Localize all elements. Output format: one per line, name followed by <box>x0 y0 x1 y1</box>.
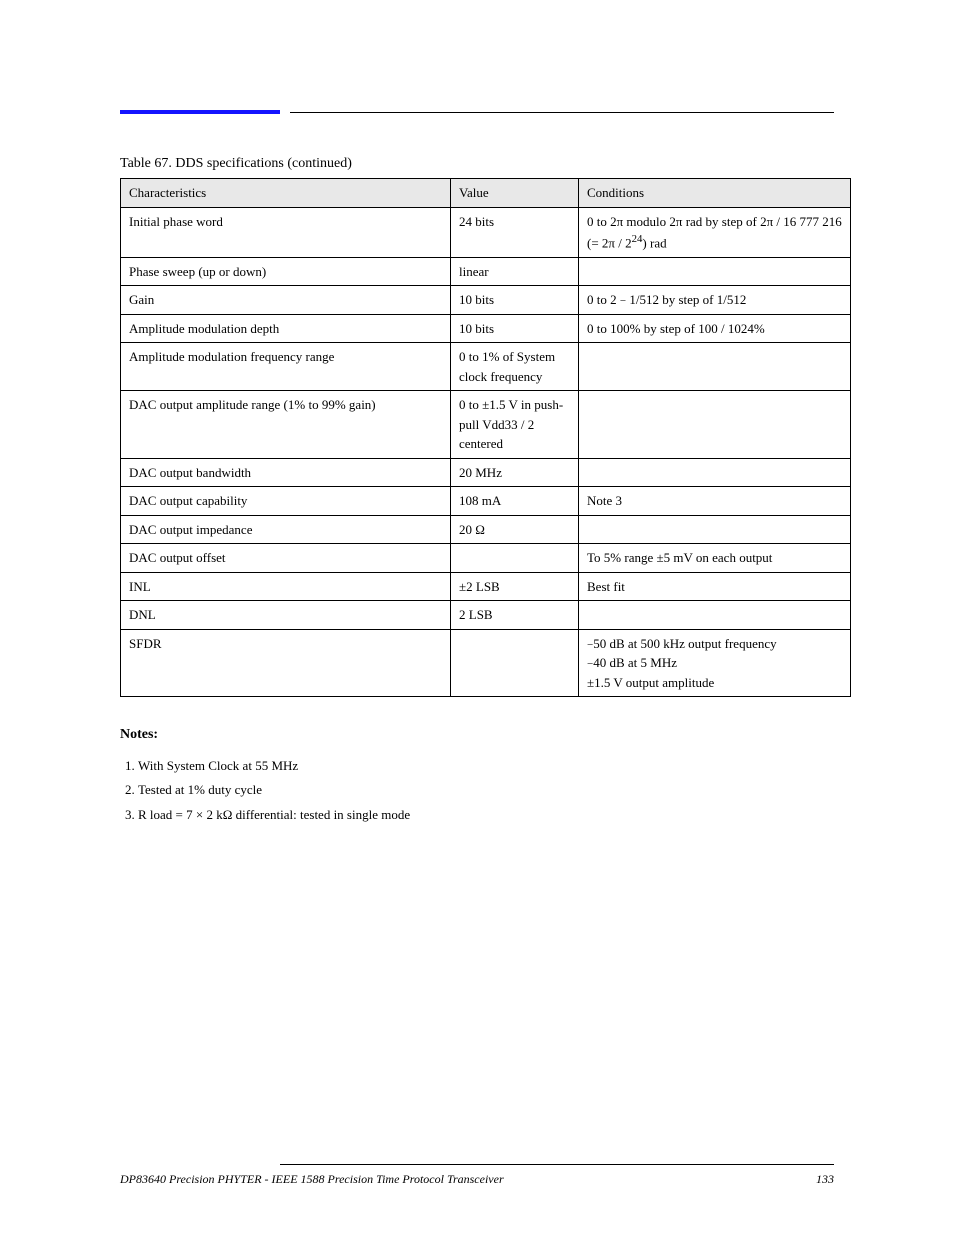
table-row: Amplitude modulation depth10 bits0 to 10… <box>121 314 851 343</box>
cell-c1: DAC output bandwidth <box>121 458 451 487</box>
cell-c2: 20 MHz <box>451 458 579 487</box>
th-characteristics: Characteristics <box>121 179 451 208</box>
table-row: INL±2 LSBBest fit <box>121 572 851 601</box>
cell-c1: DAC output offset <box>121 544 451 573</box>
header-rule <box>120 110 834 126</box>
table-caption: Table 67. DDS specifications (continued) <box>120 156 834 172</box>
th-value: Value <box>451 179 579 208</box>
cell-c2: 0 to ±1.5 V in push-pull Vdd33 / 2 cente… <box>451 391 579 459</box>
cell-c3 <box>579 601 851 630</box>
cell-c1: Phase sweep (up or down) <box>121 257 451 286</box>
cell-c3: Best fit <box>579 572 851 601</box>
cell-c3: −50 dB at 500 kHz output frequency−40 dB… <box>579 629 851 697</box>
cell-c3: 0 to 2π modulo 2π rad by step of 2π / 16… <box>579 207 851 257</box>
cell-c1: Initial phase word <box>121 207 451 257</box>
cell-c3 <box>579 391 851 459</box>
cell-c3 <box>579 515 851 544</box>
cell-c2: 20 Ω <box>451 515 579 544</box>
th-conditions: Conditions <box>579 179 851 208</box>
cell-c1: DAC output impedance <box>121 515 451 544</box>
cell-c2: ±2 LSB <box>451 572 579 601</box>
spec-table: Characteristics Value Conditions Initial… <box>120 178 851 697</box>
cell-c3: To 5% range ±5 mV on each output <box>579 544 851 573</box>
cell-c2: 10 bits <box>451 286 579 315</box>
table-row: DAC output impedance20 Ω <box>121 515 851 544</box>
cell-c3: 0 to 100% by step of 100 / 1024% <box>579 314 851 343</box>
table-row: Gain10 bits0 to 2 − 1/512 by step of 1/5… <box>121 286 851 315</box>
table-head: Characteristics Value Conditions <box>121 179 851 208</box>
table-row: DAC output offset To 5% range ±5 mV on ea… <box>121 544 851 573</box>
note-item: R load = 7 × 2 kΩ differential: tested i… <box>138 805 834 825</box>
cell-c3: 0 to 2 − 1/512 by step of 1/512 <box>579 286 851 315</box>
table-row: DAC output capability108 mANote 3 <box>121 487 851 516</box>
table-row: DNL2 LSB <box>121 601 851 630</box>
cell-c2: 2 LSB <box>451 601 579 630</box>
table-row: Initial phase word24 bits0 to 2π modulo … <box>121 207 851 257</box>
cell-c1: Amplitude modulation depth <box>121 314 451 343</box>
footer: DP83640 Precision PHYTER - IEEE 1588 Pre… <box>120 1172 834 1187</box>
cell-c2: linear <box>451 257 579 286</box>
cell-c3 <box>579 458 851 487</box>
cell-c3: Note 3 <box>579 487 851 516</box>
footer-right: 133 <box>816 1172 834 1187</box>
cell-c1: INL <box>121 572 451 601</box>
cell-c3 <box>579 343 851 391</box>
cell-c1: Gain <box>121 286 451 315</box>
notes-heading: Notes: <box>120 727 834 743</box>
table-row: SFDR −50 dB at 500 kHz output frequency−4… <box>121 629 851 697</box>
cell-c1: DNL <box>121 601 451 630</box>
cell-c2 <box>451 544 579 573</box>
notes-list: With System Clock at 55 MHz Tested at 1% … <box>120 756 834 824</box>
cell-c2: 24 bits <box>451 207 579 257</box>
cell-c1: DAC output amplitude range (1% to 99% ga… <box>121 391 451 459</box>
note-item: Tested at 1% duty cycle <box>138 780 834 800</box>
cell-c2 <box>451 629 579 697</box>
table-row: DAC output bandwidth20 MHz <box>121 458 851 487</box>
table-body: Initial phase word24 bits0 to 2π modulo … <box>121 207 851 697</box>
cell-c1: Amplitude modulation frequency range <box>121 343 451 391</box>
cell-c2: 108 mA <box>451 487 579 516</box>
footer-left: DP83640 Precision PHYTER - IEEE 1588 Pre… <box>120 1172 504 1187</box>
table-row: Amplitude modulation frequency range0 to… <box>121 343 851 391</box>
cell-c2: 10 bits <box>451 314 579 343</box>
footer-rule <box>280 1164 834 1165</box>
table-row: Phase sweep (up or down)linear <box>121 257 851 286</box>
cell-c1: SFDR <box>121 629 451 697</box>
cell-c1: DAC output capability <box>121 487 451 516</box>
cell-c2: 0 to 1% of System clock frequency <box>451 343 579 391</box>
cell-c3 <box>579 257 851 286</box>
note-item: With System Clock at 55 MHz <box>138 756 834 776</box>
table-row: DAC output amplitude range (1% to 99% ga… <box>121 391 851 459</box>
